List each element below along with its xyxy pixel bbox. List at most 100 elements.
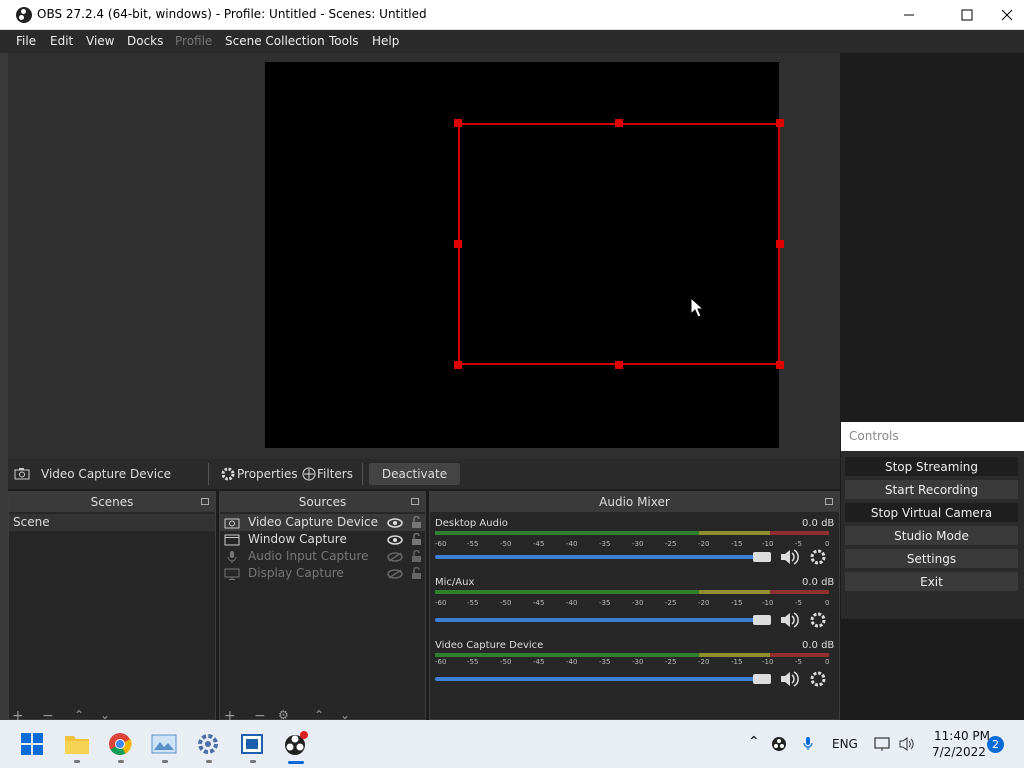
menu-scene-collection[interactable]: Scene Collection <box>225 34 325 48</box>
meter-tick-label: -45 <box>533 658 545 666</box>
volume-slider-thumb[interactable] <box>753 615 771 625</box>
channel-level: 0.0 dB <box>802 640 835 651</box>
meter-tick-label: -50 <box>500 540 512 548</box>
controls-header: Controls <box>841 422 1024 451</box>
volume-meter <box>435 531 829 535</box>
chrome-button[interactable] <box>104 728 136 760</box>
lock-icon[interactable] <box>410 533 422 546</box>
meter-tick-label: -15 <box>731 658 743 666</box>
speaker-icon[interactable] <box>779 611 799 629</box>
undock-icon[interactable] <box>825 498 833 505</box>
speaker-icon[interactable] <box>779 670 799 688</box>
close-button[interactable] <box>990 0 1024 30</box>
scene-item[interactable]: Scene <box>9 514 215 531</box>
lock-icon[interactable] <box>410 567 422 580</box>
meter-tick-label: -5 <box>795 658 802 666</box>
meter-tick-label: -40 <box>566 540 578 548</box>
left-edge-strip <box>0 53 8 720</box>
running-indicator <box>118 760 124 763</box>
eye-icon[interactable] <box>387 518 403 528</box>
resize-handle-bottom[interactable] <box>615 361 623 369</box>
source-row-audio-input[interactable]: Audio Input Capture <box>220 548 425 565</box>
settings-button[interactable]: Settings <box>845 549 1018 568</box>
channel-level: 0.0 dB <box>802 577 835 588</box>
network-icon[interactable] <box>874 736 892 752</box>
menu-tools[interactable]: Tools <box>329 34 359 48</box>
stop-streaming-button[interactable]: Stop Streaming <box>845 457 1018 476</box>
volume-slider[interactable] <box>435 677 765 681</box>
source-name: Audio Input Capture <box>248 549 369 563</box>
volume-slider[interactable] <box>435 555 765 559</box>
clock-time[interactable]: 11:40 PM <box>934 729 990 743</box>
eye-hidden-icon[interactable] <box>387 569 403 579</box>
minimize-button[interactable] <box>886 0 932 30</box>
sources-dock: Sources Video Capture Device Window Capt… <box>219 491 426 720</box>
eye-icon[interactable] <box>387 535 403 545</box>
lock-icon[interactable] <box>410 516 422 529</box>
volume-icon[interactable] <box>898 736 916 752</box>
source-row-window-capture[interactable]: Window Capture <box>220 531 425 548</box>
store-app-button[interactable] <box>236 728 268 760</box>
menu-profile[interactable]: Profile <box>175 34 212 48</box>
menu-docks[interactable]: Docks <box>127 34 163 48</box>
gear-icon <box>221 467 235 481</box>
menu-file[interactable]: File <box>16 34 36 48</box>
stop-virtual-camera-button[interactable]: Stop Virtual Camera <box>845 503 1018 522</box>
eye-hidden-icon[interactable] <box>387 552 403 562</box>
meter-tick-label: 0 <box>825 540 830 548</box>
source-row-display-capture[interactable]: Display Capture <box>220 565 425 582</box>
file-explorer-button[interactable] <box>61 728 93 760</box>
gear-icon[interactable] <box>809 611 827 629</box>
source-selection-box[interactable] <box>458 123 780 365</box>
undock-icon[interactable] <box>201 498 209 505</box>
notification-badge[interactable]: 2 <box>987 736 1004 753</box>
source-row-video-capture[interactable]: Video Capture Device <box>220 514 425 531</box>
clock-date[interactable]: 7/2/2022 <box>932 745 986 759</box>
resize-handle-bottom-right[interactable] <box>776 361 784 369</box>
exit-button[interactable]: Exit <box>845 572 1018 591</box>
meter-tick-label: -35 <box>599 658 611 666</box>
volume-slider[interactable] <box>435 618 765 622</box>
maximize-button[interactable] <box>944 0 990 30</box>
undock-icon[interactable] <box>411 498 419 505</box>
obs-taskbar-button[interactable] <box>280 728 312 760</box>
volume-slider-thumb[interactable] <box>753 552 771 562</box>
photos-button[interactable] <box>148 728 180 760</box>
resize-handle-top-left[interactable] <box>454 119 462 127</box>
microphone-icon[interactable] <box>801 736 815 752</box>
volume-meter <box>435 590 829 594</box>
lock-icon[interactable] <box>410 550 422 563</box>
settings-gear-icon <box>198 734 218 754</box>
menu-edit[interactable]: Edit <box>50 34 73 48</box>
image-viewer-icon <box>151 734 177 754</box>
studio-mode-button[interactable]: Studio Mode <box>845 526 1018 545</box>
properties-button[interactable]: Properties <box>220 464 298 484</box>
resize-handle-top[interactable] <box>615 119 623 127</box>
menu-view[interactable]: View <box>86 34 114 48</box>
meter-tick-label: -40 <box>566 658 578 666</box>
resize-handle-right[interactable] <box>776 240 784 248</box>
obs-tray-icon[interactable] <box>771 736 787 752</box>
start-button[interactable] <box>16 728 48 760</box>
volume-slider-thumb[interactable] <box>753 674 771 684</box>
meter-tick-label: -50 <box>500 599 512 607</box>
chrome-icon <box>109 733 132 755</box>
resize-handle-left[interactable] <box>454 240 462 248</box>
gear-icon[interactable] <box>809 548 827 566</box>
menu-help[interactable]: Help <box>372 34 399 48</box>
resize-handle-bottom-left[interactable] <box>454 361 462 369</box>
resize-handle-top-right[interactable] <box>776 119 784 127</box>
deactivate-button[interactable]: Deactivate <box>369 463 460 485</box>
active-indicator <box>288 761 304 764</box>
start-recording-button[interactable]: Start Recording <box>845 480 1018 499</box>
settings-app-button[interactable] <box>192 728 224 760</box>
meter-scale: -60 -55 -50 -45 -40 -35 -30 -25 -20 -15 -10 -5 0 <box>432 658 832 668</box>
language-indicator[interactable]: ENG <box>832 737 858 751</box>
show-hidden-icons-icon[interactable]: ⌃ <box>748 734 760 750</box>
meter-tick-label: -55 <box>467 540 479 548</box>
gear-icon[interactable] <box>809 670 827 688</box>
filters-button[interactable]: Filters <box>301 464 353 484</box>
meter-tick-label: -30 <box>632 599 644 607</box>
speaker-icon[interactable] <box>779 548 799 566</box>
source-name: Window Capture <box>248 532 347 546</box>
